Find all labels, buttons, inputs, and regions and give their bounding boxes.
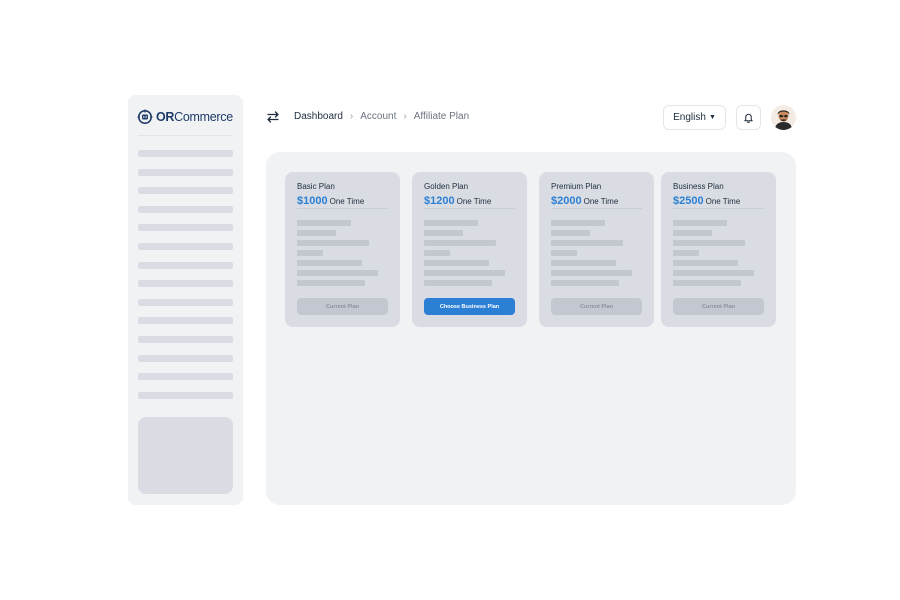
plan-price-term: One Time <box>456 197 492 206</box>
sidebar-item-placeholder[interactable] <box>138 205 233 213</box>
avatar[interactable] <box>771 105 796 130</box>
plan-price-amount: $2500 <box>673 195 704 207</box>
sidebar-item-placeholder[interactable] <box>138 335 233 343</box>
plan-feature-placeholder <box>673 230 712 236</box>
sidebar-item-placeholder[interactable] <box>138 187 233 195</box>
sidebar-item-placeholder[interactable] <box>138 280 233 288</box>
breadcrumb-dashboard[interactable]: Dashboard <box>294 110 343 124</box>
plan-price-term: One Time <box>329 197 365 206</box>
plan-feature-placeholder <box>297 270 378 276</box>
plan-feature-placeholder <box>297 260 362 266</box>
user-avatar-icon <box>771 105 796 130</box>
choose-plan-button[interactable]: Choose Business Plan <box>424 298 515 315</box>
plan-feature-placeholder <box>297 220 351 226</box>
brand-logo[interactable]: ORCommerce <box>137 109 233 125</box>
chevron-right-icon: › <box>349 111 354 122</box>
current-plan-button[interactable]: Current Plan <box>551 298 642 315</box>
plan-feature-placeholder <box>673 240 745 246</box>
plan-feature-placeholder <box>424 280 492 286</box>
language-label: English <box>673 112 706 123</box>
plan-price: $1000 One Time <box>297 191 364 209</box>
plan-feature-placeholder <box>297 240 369 246</box>
chevron-right-icon: › <box>403 111 407 122</box>
current-plan-button[interactable]: Current Plan <box>297 298 388 315</box>
plan-feature-placeholder <box>673 260 738 266</box>
plan-feature-placeholder <box>424 260 489 266</box>
current-plan-button[interactable]: Current Plan <box>673 298 764 315</box>
language-select[interactable]: English ▼ <box>663 105 726 130</box>
sidebar-item-placeholder[interactable] <box>138 391 233 399</box>
plan-price-amount: $2000 <box>551 195 582 207</box>
plan-feature-placeholder <box>551 240 623 246</box>
bell-icon <box>744 113 753 123</box>
plan-feature-placeholder <box>551 260 616 266</box>
plan-feature-placeholder <box>424 250 450 256</box>
plan-price-term: One Time <box>705 197 741 206</box>
breadcrumb: Dashboard › Account › Affiliate Plan <box>294 110 469 124</box>
sidebar-nav <box>138 150 233 410</box>
swap-arrows-icon[interactable] <box>266 110 280 124</box>
card-divider <box>551 208 642 209</box>
breadcrumb-account[interactable]: Account <box>360 110 396 124</box>
plan-feature-placeholder <box>297 230 336 236</box>
plan-card: Business Plan $2500 One Time Current Plan <box>661 172 776 327</box>
plan-name: Business Plan <box>673 182 724 191</box>
sidebar-item-placeholder[interactable] <box>138 298 233 306</box>
card-divider <box>424 208 515 209</box>
plan-feature-placeholder <box>424 270 505 276</box>
plan-price: $2500 One Time <box>673 191 740 209</box>
plan-price-term: One Time <box>583 197 619 206</box>
breadcrumb-affiliate-plan: Affiliate Plan <box>413 111 470 122</box>
plan-feature-placeholder <box>673 250 699 256</box>
plan-feature-placeholder <box>551 270 632 276</box>
sidebar-item-placeholder[interactable] <box>138 373 233 381</box>
sidebar-item-placeholder[interactable] <box>138 317 233 325</box>
plan-feature-placeholder <box>424 240 496 246</box>
sidebar-promo-card <box>138 417 233 494</box>
sidebar-item-placeholder[interactable] <box>138 242 233 250</box>
notifications-button[interactable] <box>736 105 761 130</box>
plan-feature-placeholder <box>297 250 323 256</box>
plan-feature-placeholder <box>551 280 619 286</box>
plan-name: Golden Plan <box>424 182 469 191</box>
robot-logo-icon <box>137 109 153 124</box>
plan-feature-placeholder <box>424 230 463 236</box>
plan-feature-placeholder <box>673 270 754 276</box>
plan-name: Basic Plan <box>297 182 335 191</box>
plan-price: $1200 One Time <box>424 191 491 209</box>
plan-price-amount: $1000 <box>297 195 328 207</box>
sidebar-item-placeholder[interactable] <box>138 168 233 176</box>
caret-down-icon: ▼ <box>708 114 716 121</box>
plan-feature-placeholder <box>297 280 365 286</box>
plan-feature-placeholder <box>673 280 741 286</box>
plan-name: Premium Plan <box>551 182 602 191</box>
plan-feature-placeholder <box>551 230 590 236</box>
plan-price-amount: $1200 <box>424 195 455 207</box>
card-divider <box>297 208 388 209</box>
app-root: ORCommerce Dashboard › Account › Affilia… <box>0 0 900 600</box>
plan-card: Golden Plan $1200 One Time Choose Busines… <box>412 172 527 327</box>
sidebar-item-placeholder[interactable] <box>138 150 233 157</box>
plan-feature-placeholder <box>551 220 605 226</box>
plan-feature-placeholder <box>673 220 727 226</box>
plan-feature-placeholder <box>551 250 577 256</box>
logo-divider <box>138 135 233 136</box>
sidebar-item-placeholder[interactable] <box>138 261 233 269</box>
sidebar: ORCommerce <box>128 95 243 505</box>
plan-feature-placeholder <box>424 220 478 226</box>
plan-price: $2000 One Time <box>551 191 618 209</box>
card-divider <box>673 208 764 209</box>
plan-card: Premium Plan $2000 One Time Current Plan <box>539 172 654 327</box>
brand-name: ORCommerce <box>156 110 233 124</box>
plan-card: Basic Plan $1000 One Time Current Plan <box>285 172 400 327</box>
sidebar-item-placeholder[interactable] <box>138 354 233 362</box>
sidebar-item-placeholder[interactable] <box>138 224 233 232</box>
plans-panel: Basic Plan $1000 One Time Current Plan Go… <box>266 152 796 505</box>
